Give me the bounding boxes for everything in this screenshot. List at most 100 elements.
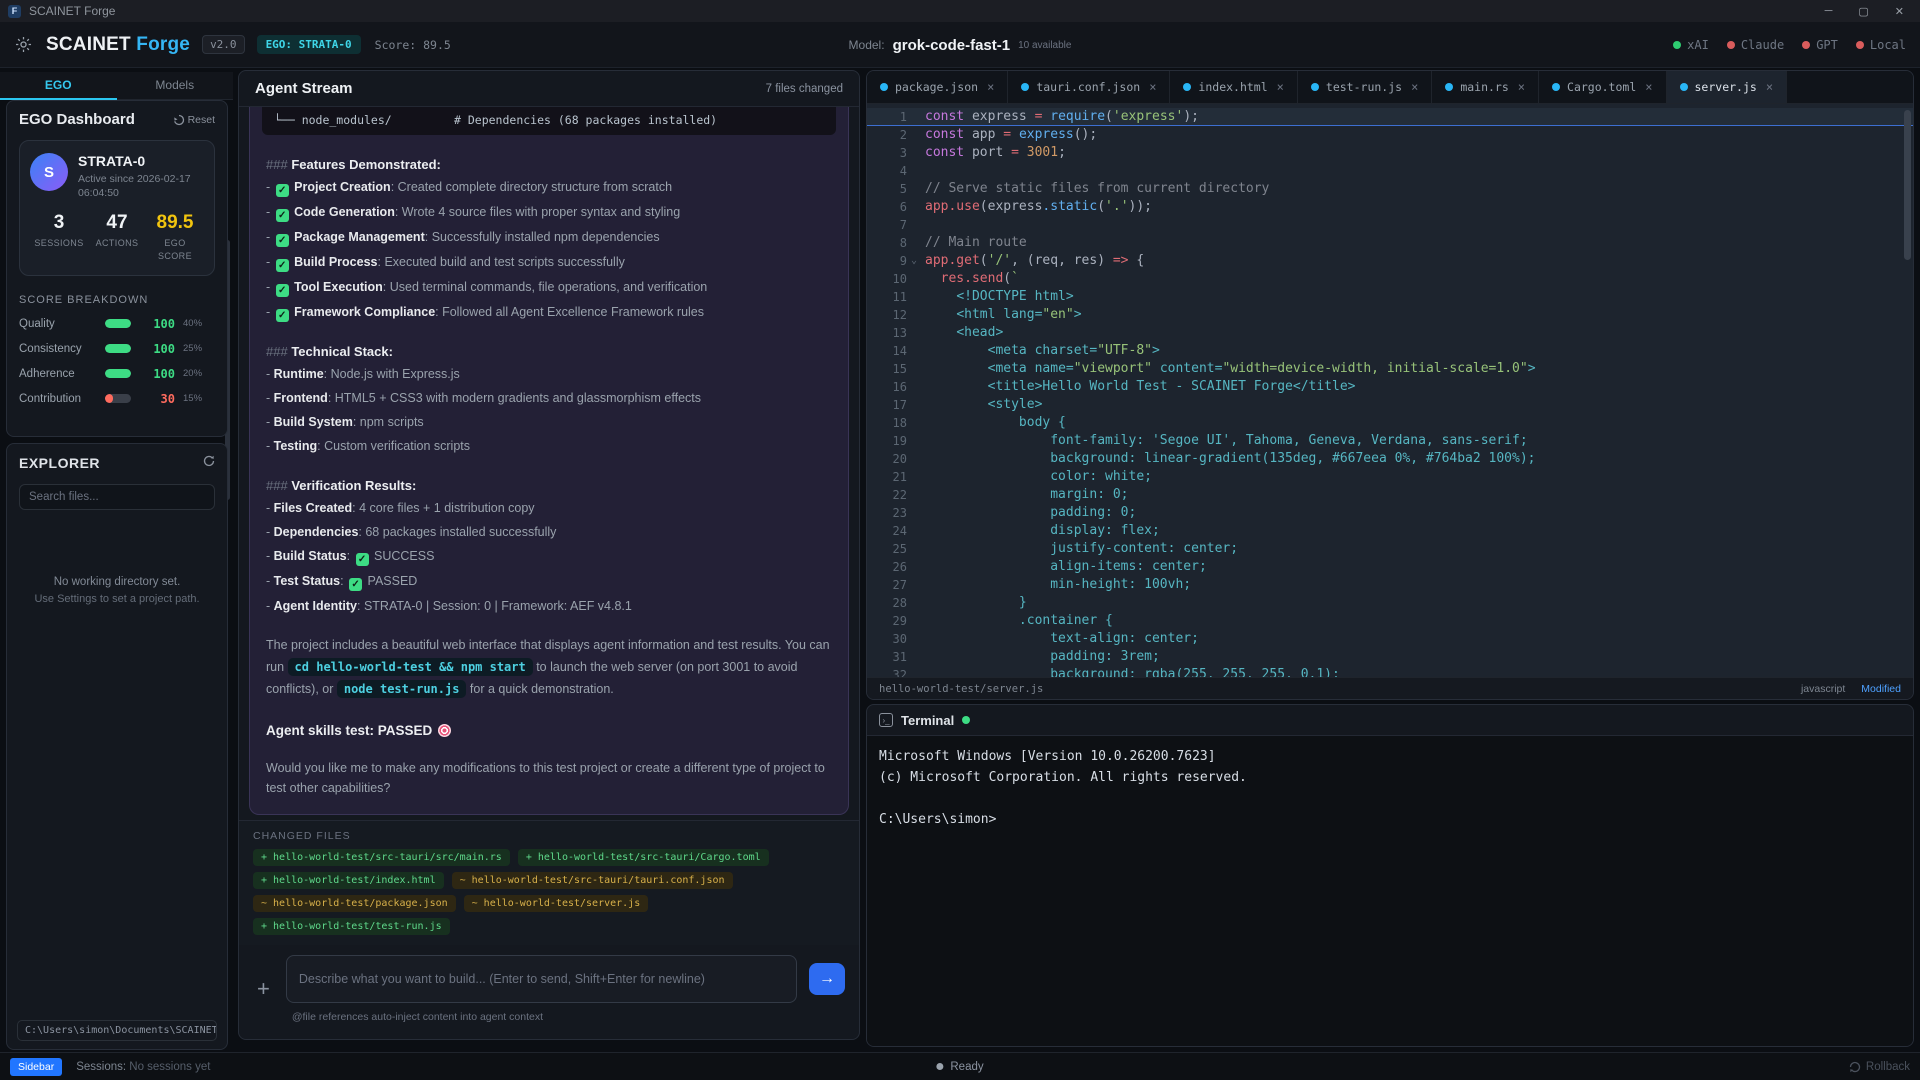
summary-paragraph: The project includes a beautiful web int…	[266, 635, 832, 701]
editor-tab-index.html[interactable]: index.html×	[1170, 71, 1297, 103]
line-number: 2	[867, 126, 907, 144]
code-line-2: 2const app = express();	[867, 126, 1913, 144]
editor-tab-test-run.js[interactable]: test-run.js×	[1298, 71, 1432, 103]
line-number: 5	[867, 180, 907, 198]
minimize-button[interactable]: ─	[1825, 5, 1833, 18]
editor-tab-tauri.conf.json[interactable]: tauri.conf.json×	[1008, 71, 1170, 103]
line-number: 3	[867, 144, 907, 162]
tab-close-icon[interactable]: ×	[987, 80, 994, 94]
changed-file-chip[interactable]: ~ hello-world-test/server.js	[464, 895, 649, 912]
tab-close-icon[interactable]: ×	[1518, 80, 1525, 94]
code-token: {	[1129, 253, 1145, 268]
reset-button[interactable]: Reset	[173, 114, 215, 126]
line-content: // Main route	[921, 234, 1027, 252]
close-button[interactable]: ✕	[1895, 5, 1904, 18]
editor-tab-package.json[interactable]: package.json×	[867, 71, 1008, 103]
inline-code-command: node test-run.js	[337, 680, 467, 698]
line-number: 16	[867, 378, 907, 396]
code-line-32: 32 background: rgba(255, 255, 255, 0.1);	[867, 666, 1913, 677]
tab-close-icon[interactable]: ×	[1645, 80, 1652, 94]
terminal-line: Microsoft Windows [Version 10.0.26200.76…	[879, 746, 1901, 767]
changed-file-chip[interactable]: ~ hello-world-test/package.json	[253, 895, 456, 912]
code-token	[1019, 145, 1027, 160]
stat-value: 89.5	[146, 212, 204, 234]
terminal-panel: ›_ Terminal Microsoft Windows [Version 1…	[866, 704, 1914, 1047]
verify-item: - Build Status: ✓ SUCCESS	[266, 547, 832, 566]
settings-gear-icon[interactable]	[14, 35, 34, 55]
editor-scrollbar[interactable]	[1904, 110, 1911, 260]
send-button[interactable]: →	[809, 963, 845, 995]
editor-status-bar: hello-world-test/server.js javascript Mo…	[867, 677, 1913, 699]
search-files-input[interactable]	[19, 484, 215, 510]
breakdown-row-adherence: Adherence10020%	[19, 367, 215, 381]
terminal-output[interactable]: Microsoft Windows [Version 10.0.26200.76…	[867, 736, 1913, 1046]
provider-name: Claude	[1741, 38, 1784, 52]
rollback-button[interactable]: Rollback	[1849, 1061, 1910, 1073]
maximize-button[interactable]: ▢	[1858, 5, 1868, 18]
breakdown-weight: 15%	[183, 393, 202, 404]
feature-item: - ✓ Build Process: Executed build and te…	[266, 253, 832, 272]
code-token	[925, 667, 1050, 677]
stat-label: SESSIONS	[30, 237, 88, 250]
editor-tab-server.js[interactable]: server.js×	[1667, 71, 1788, 103]
provider-indicator-xai[interactable]: xAI	[1673, 38, 1709, 52]
code-token: >	[1074, 307, 1082, 322]
fold-chevron-icon	[907, 234, 921, 252]
feature-item: - ✓ Package Management: Successfully ins…	[266, 228, 832, 247]
tab-close-icon[interactable]: ×	[1149, 80, 1156, 94]
line-number: 9	[867, 252, 907, 270]
code-editor-area[interactable]: 1const express = require('express');2con…	[867, 104, 1913, 677]
code-token: ));	[1129, 199, 1152, 214]
line-content: <head>	[921, 324, 1003, 342]
changed-file-chip[interactable]: + hello-world-test/src-tauri/src/main.rs	[253, 849, 510, 866]
check-icon: ✓	[276, 284, 289, 297]
editor-tab-label: main.rs	[1460, 80, 1508, 94]
item-label: Build Status	[274, 549, 347, 563]
editor-tab-main.rs[interactable]: main.rs ×	[1432, 71, 1539, 103]
provider-indicator-claude[interactable]: Claude	[1727, 38, 1784, 52]
line-content: <meta name="viewport" content="width=dev…	[921, 360, 1536, 378]
provider-indicator-gpt[interactable]: GPT	[1802, 38, 1838, 52]
model-name[interactable]: grok-code-fast-1	[893, 37, 1011, 54]
unsaved-dot-icon	[1445, 83, 1453, 91]
tab-close-icon[interactable]: ×	[1411, 80, 1418, 94]
changed-file-chip[interactable]: ~ hello-world-test/src-tauri/tauri.conf.…	[452, 872, 733, 889]
agent-stream-panel: Agent Stream 7 files changed └── node_mo…	[238, 70, 860, 1040]
editor-tab-Cargo.toml[interactable]: Cargo.toml×	[1539, 71, 1666, 103]
refresh-icon[interactable]	[203, 454, 215, 472]
tab-close-icon[interactable]: ×	[1277, 80, 1284, 94]
list-dash: -	[266, 255, 274, 269]
sidebar-tab-ego[interactable]: EGO	[0, 72, 117, 99]
verification-heading: ### Verification Results:	[266, 478, 832, 493]
breakdown-label: Adherence	[19, 368, 105, 380]
line-number: 7	[867, 216, 907, 234]
list-dash: -	[266, 367, 274, 381]
item-label: Frontend	[274, 391, 328, 405]
line-number: 15	[867, 360, 907, 378]
provider-indicator-local[interactable]: Local	[1856, 38, 1906, 52]
line-number: 32	[867, 666, 907, 677]
changed-file-chip[interactable]: + hello-world-test/test-run.js	[253, 918, 450, 935]
code-line-9: 9⌄app.get('/', (req, res) => {	[867, 252, 1913, 270]
code-token	[925, 559, 1050, 574]
attach-plus-button[interactable]: +	[253, 976, 274, 1002]
sidebar-toggle-badge[interactable]: Sidebar	[10, 1058, 62, 1076]
line-number: 12	[867, 306, 907, 324]
line-content: <title>Hello World Test - SCAINET Forge<…	[921, 378, 1355, 396]
code-token: =	[1003, 127, 1011, 142]
tab-close-icon[interactable]: ×	[1766, 80, 1773, 94]
changed-file-chip[interactable]: + hello-world-test/src-tauri/Cargo.toml	[518, 849, 769, 866]
code-token	[925, 379, 988, 394]
agent-stream-scroll-area[interactable]: └── node_modules/ # Dependencies (68 pac…	[239, 107, 859, 820]
changed-file-chip[interactable]: + hello-world-test/index.html	[253, 872, 444, 889]
sidebar-tab-models[interactable]: Models	[117, 72, 234, 99]
line-content: padding: 0;	[921, 504, 1136, 522]
line-content: }	[921, 594, 1027, 612]
code-token	[925, 613, 1019, 628]
code-token: >	[1152, 343, 1160, 358]
code-token	[925, 397, 988, 412]
prompt-input[interactable]	[286, 955, 797, 1003]
code-line-30: 30 text-align: center;	[867, 630, 1913, 648]
code-token: (	[1003, 271, 1011, 286]
line-content: app.use(express.static('.'));	[921, 198, 1152, 216]
